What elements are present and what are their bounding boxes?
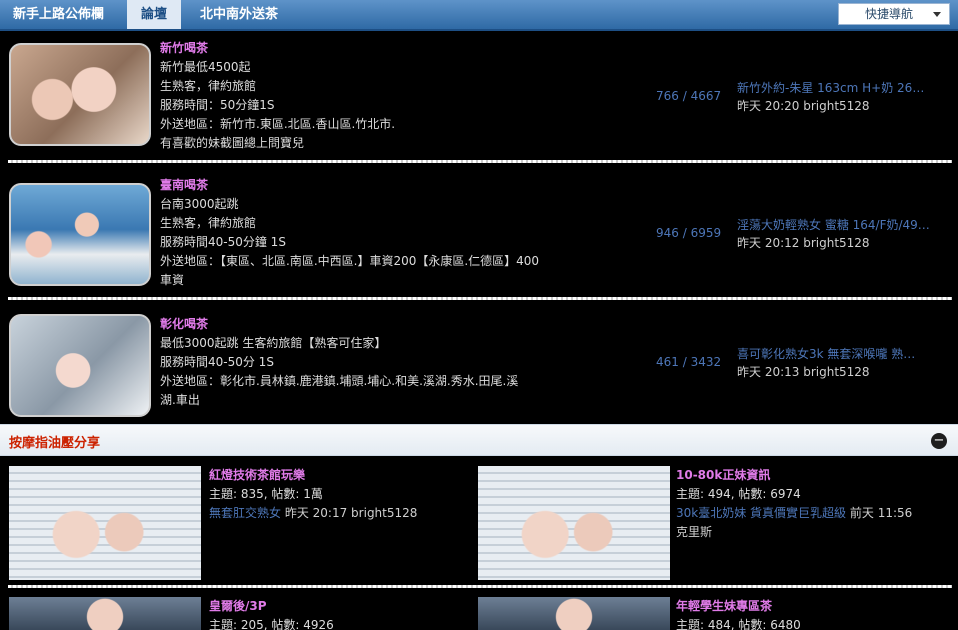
- last-post-meta: 昨天 20:13 bright5128: [737, 365, 870, 379]
- forum-name[interactable]: 新竹喝茶: [160, 39, 395, 58]
- row-divider: [8, 585, 952, 588]
- row-divider: [8, 160, 952, 163]
- chevron-down-icon: [933, 12, 941, 17]
- row-divider: [8, 297, 952, 300]
- forum-name[interactable]: 紅燈技術茶館玩樂: [209, 466, 417, 485]
- category-header: 按摩指油壓分享 −: [0, 424, 958, 456]
- forum-name[interactable]: 年輕學生妹專區茶: [676, 597, 801, 616]
- forum-desc-line: 生熟客，律約旅館: [160, 216, 257, 230]
- last-post-meta: 昨天 20:17 bright5128: [284, 506, 418, 520]
- quick-nav-dropdown[interactable]: 快捷導航: [838, 3, 950, 25]
- forum-desc-line: 湖.車出: [160, 393, 200, 407]
- top-nav: 新手上路公佈欄 論壇 北中南外送茶 快捷導航: [0, 0, 958, 31]
- forum-stats: 766 / 4667: [656, 89, 722, 103]
- grid-forum: 紅燈技術茶館玩樂 主題: 835, 帖數: 1萬 無套肛交熟女 昨天 20:17…: [209, 466, 417, 523]
- forum-thumbnail[interactable]: [9, 43, 151, 146]
- forum-desc-line: 有喜歡的妹截圖總上問寶兒: [160, 136, 305, 150]
- last-post-link[interactable]: 30k臺北奶妹 貨真價實巨乳超級: [676, 506, 846, 520]
- forum-desc-line: 服務時間：50分鐘1S: [160, 98, 275, 112]
- forum-name[interactable]: 10-80k正妹資訊: [676, 466, 916, 485]
- forum-counts: 主題: 494, 帖數: 6974: [676, 487, 801, 501]
- forum-thumbnail[interactable]: [9, 597, 201, 630]
- forum-name[interactable]: 臺南喝茶: [160, 176, 539, 195]
- tab-delivery[interactable]: 北中南外送茶: [200, 0, 278, 29]
- forum-name[interactable]: 彰化喝茶: [160, 315, 518, 334]
- forum-counts: 主題: 205, 帖數: 4926: [209, 618, 334, 630]
- forum-stats: 461 / 3432: [656, 355, 722, 369]
- forum-desc-line: 外送地區：新竹市.東區.北區.香山區.竹北市.: [160, 117, 396, 131]
- tab-forum[interactable]: 論壇: [127, 0, 182, 29]
- forum-thumbnail[interactable]: [9, 314, 151, 417]
- forum-desc-line: 生熟客，律約旅館: [160, 79, 257, 93]
- collapse-icon[interactable]: −: [931, 433, 947, 449]
- last-post-meta: 昨天 20:12 bright5128: [737, 236, 870, 250]
- forum-desc-line: 台南3000起跳: [160, 197, 239, 211]
- last-post-meta: 昨天 20:20 bright5128: [737, 99, 870, 113]
- last-post-link[interactable]: 喜可彰化熟女3k 無套深喉嚨 熟…: [737, 345, 942, 363]
- forum-thumbnail[interactable]: [9, 183, 151, 286]
- forum-desc-line: 新竹最低4500起: [160, 60, 251, 74]
- forum-thumbnail[interactable]: [478, 597, 670, 630]
- forum-name[interactable]: 皇爾後/3P: [209, 597, 334, 616]
- forum-desc-line: 車資: [160, 273, 185, 287]
- forum-desc-line: 服務時間40-50分鐘 1S: [160, 235, 286, 249]
- forum-desc-line: 服務時間40-50分 1S: [160, 355, 274, 369]
- forum-desc-line: 外送地區：彰化市.員林鎮.鹿港鎮.埔頭.埔心.和美.溪湖.秀水.田尾.溪: [160, 374, 519, 388]
- last-post-link[interactable]: 新竹外約-朱星 163cm H+奶 26…: [737, 79, 942, 97]
- last-post-link[interactable]: 淫蕩大奶輕熟女 蜜糖 164/F奶/49…: [737, 216, 942, 234]
- grid-forum: 10-80k正妹資訊 主題: 494, 帖數: 6974 30k臺北奶妹 貨真價…: [676, 466, 916, 542]
- forum-counts: 主題: 484, 帖數: 6480: [676, 618, 801, 630]
- grid-forum: 皇爾後/3P 主題: 205, 帖數: 4926: [209, 597, 334, 630]
- forum-desc-line: 最低3000起跳 生客約旅館【熟客可住家】: [160, 336, 387, 350]
- tab-newbie[interactable]: 新手上路公佈欄: [13, 0, 104, 29]
- grid-forum: 年輕學生妹專區茶 主題: 484, 帖數: 6480: [676, 597, 801, 630]
- forum-thumbnail[interactable]: [9, 466, 201, 580]
- last-post-link[interactable]: 無套肛交熟女: [209, 506, 281, 520]
- quick-nav-label: 快捷導航: [865, 7, 914, 21]
- forum-counts: 主題: 835, 帖數: 1萬: [209, 487, 323, 501]
- category-title[interactable]: 按摩指油壓分享: [9, 432, 100, 451]
- forum-thumbnail[interactable]: [478, 466, 670, 580]
- forum-stats: 946 / 6959: [656, 226, 722, 240]
- forum-desc-line: 外送地區：【東區、北區.南區.中西區.】車資200【永康區.仁德區】400: [160, 254, 540, 268]
